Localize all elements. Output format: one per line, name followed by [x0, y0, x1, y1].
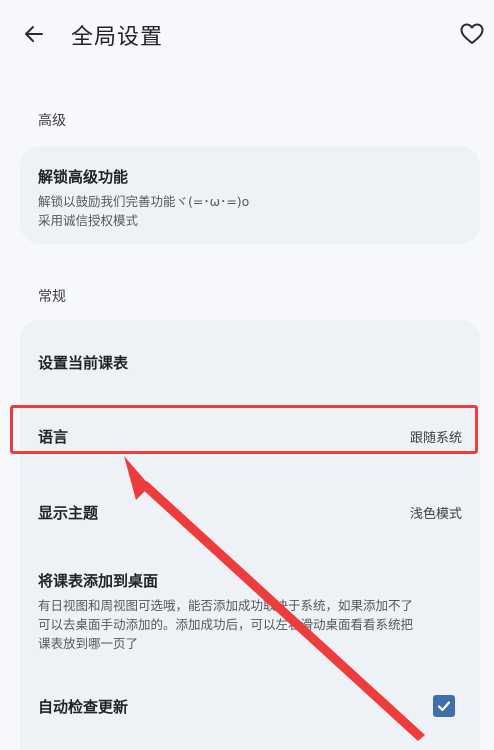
top-app-bar: 全局设置 [0, 0, 494, 66]
language-title: 语言 [38, 428, 69, 446]
auto-check-update-title: 自动检查更新 [38, 698, 129, 716]
add-to-desktop-item[interactable]: 将课表添加到桌面 有日视图和周视图可选哦，能否添加成功取决于系统，如果添加不了 … [20, 556, 480, 656]
section-label-advanced: 高级 [38, 113, 66, 129]
section-label-general: 常规 [38, 289, 66, 305]
set-current-table-title: 设置当前课表 [38, 354, 129, 372]
add-to-desktop-desc-2: 可以去桌面手动添加的。添加成功后，可以左右滑动桌面看看系统把 [38, 617, 414, 632]
language-item[interactable]: 语言 跟随系统 [20, 408, 480, 458]
language-value: 跟随系统 [409, 431, 462, 446]
back-button[interactable] [18, 18, 50, 50]
unlock-advanced-card[interactable]: 解锁高级功能 解锁以鼓励我们完善功能ヾ(=･ω･=)o 采用诚信授权模式 [20, 146, 480, 244]
add-to-desktop-desc-1: 有日视图和周视图可选哦，能否添加成功取决于系统，如果添加不了 [38, 598, 414, 613]
general-settings-card: 设置当前课表 语言 跟随系统 显示主题 浅色模式 将课表添加到桌面 有日视图和周… [20, 320, 480, 750]
set-current-table-item[interactable]: 设置当前课表 [20, 320, 480, 400]
theme-item[interactable]: 显示主题 浅色模式 [20, 480, 480, 540]
unlock-advanced-desc-2: 采用诚信授权模式 [38, 213, 139, 228]
heart-outline-icon [460, 23, 484, 44]
checkmark-icon [437, 701, 451, 712]
favorite-button[interactable] [456, 18, 488, 50]
theme-title: 显示主题 [38, 504, 99, 522]
theme-value: 浅色模式 [409, 507, 462, 522]
unlock-advanced-title: 解锁高级功能 [38, 168, 129, 186]
unlock-advanced-desc-1: 解锁以鼓励我们完善功能ヾ(=･ω･=)o [38, 194, 250, 209]
auto-check-update-item[interactable]: 自动检查更新 [20, 676, 480, 736]
arrow-left-icon [25, 26, 43, 42]
add-to-desktop-title: 将课表添加到桌面 [38, 572, 159, 590]
add-to-desktop-desc-3: 课表放到哪一页了 [38, 636, 139, 651]
auto-check-update-checkbox[interactable] [433, 695, 455, 717]
page-title: 全局设置 [71, 25, 164, 50]
